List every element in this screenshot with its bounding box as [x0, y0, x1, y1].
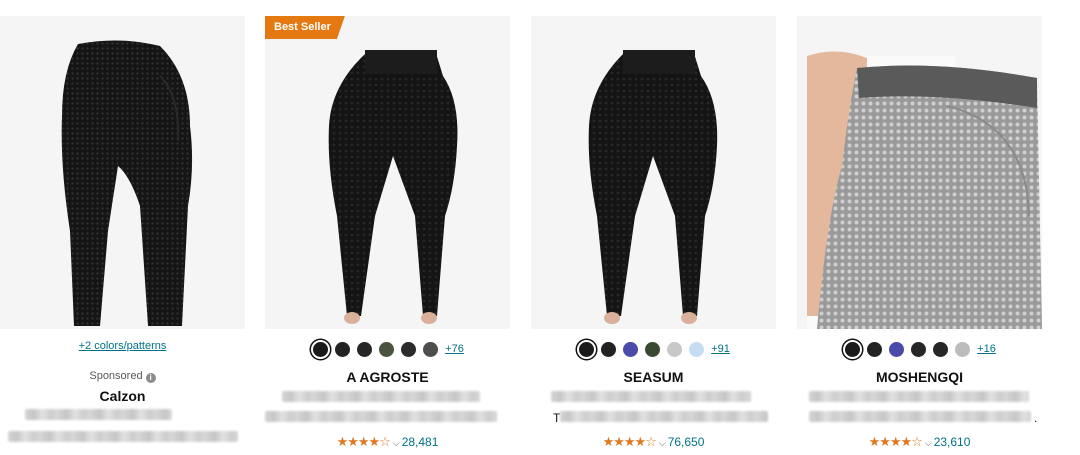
color-swatches: +16 [797, 339, 1042, 359]
color-swatches: +76 [265, 339, 510, 359]
more-colors-link[interactable]: +2 colors/patterns [0, 340, 245, 352]
color-swatch[interactable] [687, 339, 707, 359]
more-colors-link[interactable]: +76 [445, 343, 464, 355]
product-image[interactable] [265, 16, 510, 329]
rating-count[interactable]: 23,610 [934, 435, 971, 449]
blurred-title-line [25, 409, 172, 420]
color-swatch[interactable] [333, 339, 353, 359]
leggings-image [61, 40, 193, 326]
blurred-title-line [560, 411, 768, 422]
color-swatch[interactable] [953, 339, 973, 359]
brand-name: SEASUM [623, 369, 684, 385]
color-swatch[interactable] [643, 339, 663, 359]
color-swatch[interactable] [421, 339, 441, 359]
more-colors-link[interactable]: +16 [977, 343, 996, 355]
product-card[interactable]: +16 MOSHENGQI . ★★★★☆ ⌵ 23,610 [797, 0, 1042, 455]
color-swatch[interactable] [599, 339, 619, 359]
color-swatch[interactable] [577, 339, 597, 359]
color-swatch[interactable] [909, 339, 929, 359]
blurred-title-line [551, 391, 751, 402]
product-card[interactable]: Best Seller +76 A AGROSTE ★★★★☆ ⌵ 28,481 [265, 0, 510, 455]
rating-row[interactable]: ★★★★☆ ⌵ 76,650 [531, 433, 776, 451]
info-icon[interactable]: i [145, 373, 156, 383]
color-swatches: +91 [531, 339, 776, 359]
color-swatch[interactable] [621, 339, 641, 359]
chevron-down-icon[interactable]: ⌵ [925, 438, 932, 448]
brand-name: MOSHENGQI [875, 369, 964, 385]
color-swatch[interactable] [843, 339, 863, 359]
product-image[interactable] [0, 16, 245, 329]
product-card[interactable]: +2 colors/patterns Sponsored i Calzon [0, 0, 245, 455]
rating-count[interactable]: 76,650 [668, 435, 705, 449]
color-swatch[interactable] [311, 339, 331, 359]
leggings-image [807, 51, 1042, 329]
color-swatch[interactable] [865, 339, 885, 359]
product-card[interactable]: +91 SEASUM T ★★★★☆ ⌵ 76,650 [531, 0, 776, 455]
leggings-image [588, 50, 718, 324]
color-swatch[interactable] [355, 339, 375, 359]
brand-name: Calzon [99, 388, 146, 404]
blurred-title-line [809, 391, 1029, 402]
blurred-title-line [282, 391, 480, 402]
more-colors-link[interactable]: +91 [711, 343, 730, 355]
rating-row[interactable]: ★★★★☆ ⌵ 28,481 [265, 433, 510, 451]
product-image[interactable] [797, 16, 1042, 329]
best-seller-badge: Best Seller [265, 16, 345, 39]
color-swatch[interactable] [377, 339, 397, 359]
color-swatch[interactable] [887, 339, 907, 359]
rating-count[interactable]: 28,481 [402, 435, 439, 449]
blurred-title-line [265, 411, 497, 422]
chevron-down-icon[interactable]: ⌵ [659, 438, 666, 448]
color-swatch[interactable] [665, 339, 685, 359]
blurred-title-line [8, 431, 238, 442]
sponsored-text: Sponsored [89, 370, 143, 382]
chevron-down-icon[interactable]: ⌵ [393, 438, 400, 448]
brand-name: A AGROSTE [346, 369, 429, 385]
rating-row[interactable]: ★★★★☆ ⌵ 23,610 [797, 433, 1042, 451]
star-rating[interactable]: ★★★★☆ [869, 434, 923, 449]
color-swatch[interactable] [399, 339, 419, 359]
star-rating[interactable]: ★★★★☆ [337, 434, 391, 449]
color-swatch[interactable] [931, 339, 951, 359]
star-rating[interactable]: ★★★★☆ [603, 434, 657, 449]
blurred-title-line [809, 411, 1031, 422]
leggings-image [328, 50, 458, 324]
sponsored-label[interactable]: Sponsored i [0, 370, 245, 383]
product-image[interactable] [531, 16, 776, 329]
title-fragment: . [1034, 411, 1038, 425]
